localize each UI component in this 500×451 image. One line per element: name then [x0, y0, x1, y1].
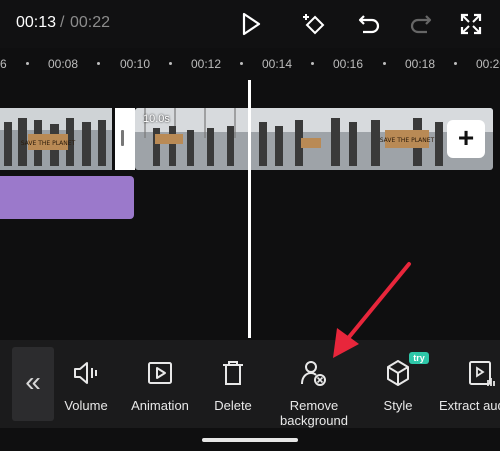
volume-label: Volume: [64, 398, 108, 413]
trash-icon: [223, 361, 243, 385]
collapse-toolbar-button[interactable]: «: [12, 347, 54, 421]
animation-label: Animation: [131, 398, 189, 413]
fullscreen-icon[interactable]: [458, 11, 484, 37]
ruler-tick-dot: [97, 62, 100, 65]
style-button[interactable]: Style: [376, 358, 420, 413]
playhead[interactable]: [248, 80, 251, 338]
extract-audio-button[interactable]: Extract aud: [436, 358, 500, 413]
ruler-tick-dot: [383, 62, 386, 65]
keyframe-icon[interactable]: [302, 11, 328, 37]
total-time: 00:22: [70, 14, 111, 31]
ruler-tick-label: 00:12: [191, 57, 222, 71]
video-clip-previous[interactable]: SAVE THE PLANET: [0, 108, 112, 170]
remove-background-label-line2: background: [280, 413, 348, 428]
redo-icon[interactable]: [408, 11, 434, 37]
play-icon[interactable]: [238, 11, 264, 37]
extract-audio-icon: [469, 361, 495, 386]
clip-trim-handle[interactable]: [115, 108, 135, 170]
animation-icon: [148, 362, 172, 384]
undo-icon[interactable]: [356, 11, 382, 37]
trim-handle-grip: [121, 130, 124, 146]
ruler-tick-label: 00:16: [333, 57, 364, 71]
clip-sign-text: SAVE THE PLANET: [21, 140, 76, 147]
current-time: 00:13: [16, 14, 57, 31]
ruler-tick-label: 6: [0, 57, 7, 71]
ruler-tick-label: 00:10: [120, 57, 151, 71]
ruler-tick-dot: [311, 62, 314, 65]
ruler-tick-label: 00:14: [262, 57, 293, 71]
time-separator: /: [60, 14, 65, 31]
style-label: Style: [383, 398, 413, 413]
remove-background-icon: [301, 361, 326, 386]
volume-icon: [74, 362, 97, 384]
animation-button[interactable]: Animation: [126, 358, 194, 413]
ruler-tick-label: 00:20: [476, 57, 500, 71]
add-clip-button[interactable]: +: [447, 120, 485, 158]
clip-sign-text: SAVE THE PLANET: [380, 137, 435, 144]
ruler-tick-dot: [26, 62, 29, 65]
home-indicator[interactable]: [202, 438, 298, 442]
annotation-arrow-icon: [333, 262, 411, 358]
delete-button[interactable]: Delete: [208, 358, 258, 413]
clip-duration-label: 10.0s: [143, 113, 170, 125]
ruler-tick-dot: [240, 62, 243, 65]
video-clip-selected[interactable]: SAVE THE PLANET: [135, 108, 493, 170]
extract-audio-label: Extract aud: [439, 398, 500, 413]
ruler-tick-dot: [454, 62, 457, 65]
ruler-tick-label: 00:18: [405, 57, 436, 71]
audio-track[interactable]: [0, 176, 134, 219]
ruler-tick-dot: [169, 62, 172, 65]
volume-button[interactable]: Volume: [60, 358, 112, 413]
remove-background-label-line1: Remove: [289, 398, 339, 413]
delete-label: Delete: [214, 398, 252, 413]
remove-background-button[interactable]: Remove background: [272, 358, 356, 428]
ruler-tick-label: 00:08: [48, 57, 79, 71]
